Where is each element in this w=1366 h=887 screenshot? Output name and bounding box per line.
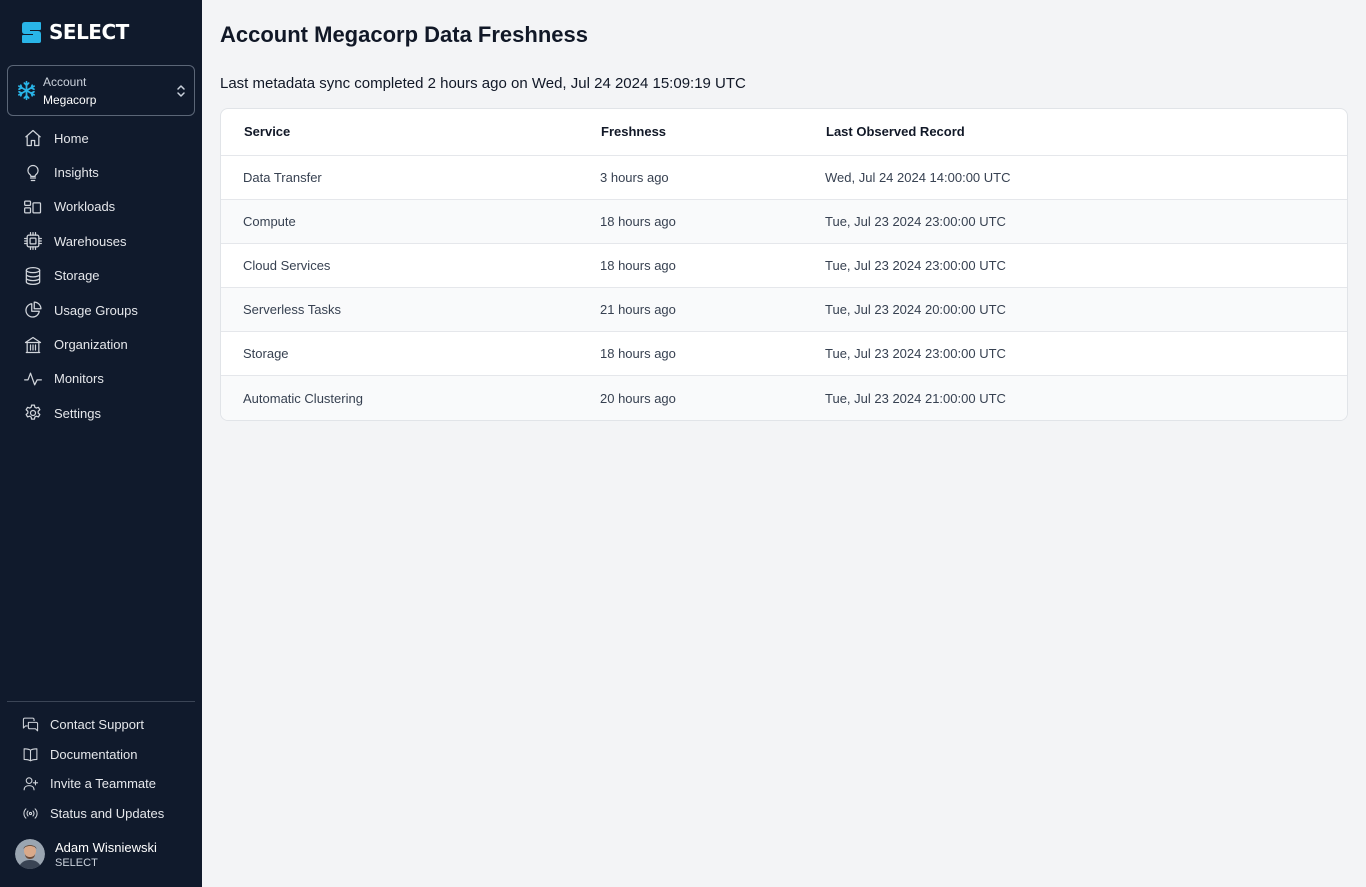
cell-service: Automatic Clustering [243,390,363,406]
nav-item-usage-groups[interactable]: Usage Groups [0,293,202,327]
nav-label: Warehouses [54,233,127,249]
nav-item-workloads[interactable]: Workloads [0,190,202,224]
table-header-row: Service Freshness Last Observed Record [221,109,1347,156]
account-name: Megacorp [43,92,97,107]
page-title: Account Megacorp Data Freshness [220,22,588,47]
table-row: Data Transfer 3 hours ago Wed, Jul 24 20… [221,155,1347,200]
nav-item-settings[interactable]: Settings [0,396,202,430]
nav-item-home[interactable]: Home [0,121,202,155]
user-org: SELECT [55,856,98,869]
nav-label: Workloads [54,199,116,215]
nav-label: Documentation [50,746,138,762]
table-row: Compute 18 hours ago Tue, Jul 23 2024 23… [221,199,1347,244]
cell-freshness: 20 hours ago [600,390,676,406]
nav-item-warehouses[interactable]: Warehouses [0,224,202,258]
brand-name: SELECT [49,20,129,44]
pulse-icon [24,372,42,386]
cell-freshness: 18 hours ago [600,243,825,289]
nav-item-status-updates[interactable]: Status and Updates [0,799,202,829]
nav-label: Home [54,130,89,146]
cell-service: Storage [221,331,600,377]
nav-item-organization[interactable]: Organization [0,327,202,361]
freshness-table: Service Freshness Last Observed Record D… [221,109,1347,420]
column-header-service: Service [221,109,600,156]
freshness-table-card: Service Freshness Last Observed Record D… [220,108,1348,421]
nav-label: Status and Updates [50,805,165,821]
cell-last-observed: Tue, Jul 23 2024 21:00:00 UTC [825,390,1006,406]
table-row: Automatic Clustering 20 hours ago Tue, J… [221,375,1347,420]
cell-last-observed: Tue, Jul 23 2024 23:00:00 UTC [825,331,1347,377]
nav-item-storage[interactable]: Storage [0,259,202,293]
nav-label: Insights [54,165,99,181]
column-header-last-observed: Last Observed Record [825,109,1347,156]
cell-service: Cloud Services [221,243,600,289]
main-nav: Home Insights Workloads Warehouses Stora… [0,121,202,431]
cell-last-observed: Tue, Jul 23 2024 23:00:00 UTC [825,199,1347,244]
user-name: Adam Wisniewski [55,839,157,855]
chevron-up-down-icon [177,85,185,97]
cell-service: Compute [221,199,600,244]
sidebar: SELECT Account Megacorp Home Insights Wo… [0,0,202,887]
table-row: Cloud Services 18 hours ago Tue, Jul 23 … [221,243,1347,289]
gear-icon [25,404,41,421]
nav-item-documentation[interactable]: Documentation [0,740,202,770]
cell-service: Serverless Tasks [221,287,600,333]
account-label: Account [43,74,87,89]
lightbulb-icon [27,164,39,181]
nav-label: Storage [54,268,100,284]
nav-label: Monitors [54,371,104,387]
select-logo[interactable]: SELECT [21,20,129,44]
workloads-icon [24,200,42,214]
chat-bubbles-icon [22,717,39,732]
cell-service: Data Transfer [221,155,600,200]
select-logo-icon [22,21,41,43]
building-icon [24,336,42,353]
sync-status-text: Last metadata sync completed 2 hours ago… [220,75,746,92]
nav-item-monitors[interactable]: Monitors [0,362,202,396]
snowflake-icon [18,80,35,101]
user-profile[interactable]: Adam Wisniewski SELECT [15,839,157,869]
nav-label: Usage Groups [54,302,138,318]
cell-freshness: 18 hours ago [600,331,825,377]
table-row: Serverless Tasks 21 hours ago Tue, Jul 2… [221,287,1347,333]
database-icon [25,266,41,285]
avatar [15,839,45,869]
main-content: Account Megacorp Data Freshness Last met… [202,0,1366,887]
cell-freshness: 18 hours ago [600,199,825,244]
nav-label: Settings [54,405,101,421]
cell-freshness: 21 hours ago [600,287,825,333]
cell-last-observed: Tue, Jul 23 2024 20:00:00 UTC [825,287,1347,333]
nav-item-invite-teammate[interactable]: Invite a Teammate [0,769,202,799]
secondary-nav: Contact Support Documentation Invite a T… [0,710,202,828]
nav-item-insights[interactable]: Insights [0,155,202,189]
pie-chart-icon [25,301,42,318]
book-icon [23,748,38,762]
user-plus-icon [23,777,39,791]
nav-label: Invite a Teammate [50,776,156,792]
sidebar-divider [7,701,195,702]
nav-label: Contact Support [50,717,144,733]
nav-item-contact-support[interactable]: Contact Support [0,710,202,740]
table-row: Storage 18 hours ago Tue, Jul 23 2024 23… [221,331,1347,377]
cell-freshness: 3 hours ago [600,155,825,200]
account-switcher[interactable]: Account Megacorp [7,65,195,116]
broadcast-icon [23,808,38,819]
cell-last-observed: Wed, Jul 24 2024 14:00:00 UTC [825,155,1347,200]
cell-last-observed: Tue, Jul 23 2024 23:00:00 UTC [825,243,1347,289]
home-icon [25,130,41,147]
column-header-freshness: Freshness [600,109,825,156]
cpu-chip-icon [24,232,42,251]
nav-label: Organization [54,337,128,353]
